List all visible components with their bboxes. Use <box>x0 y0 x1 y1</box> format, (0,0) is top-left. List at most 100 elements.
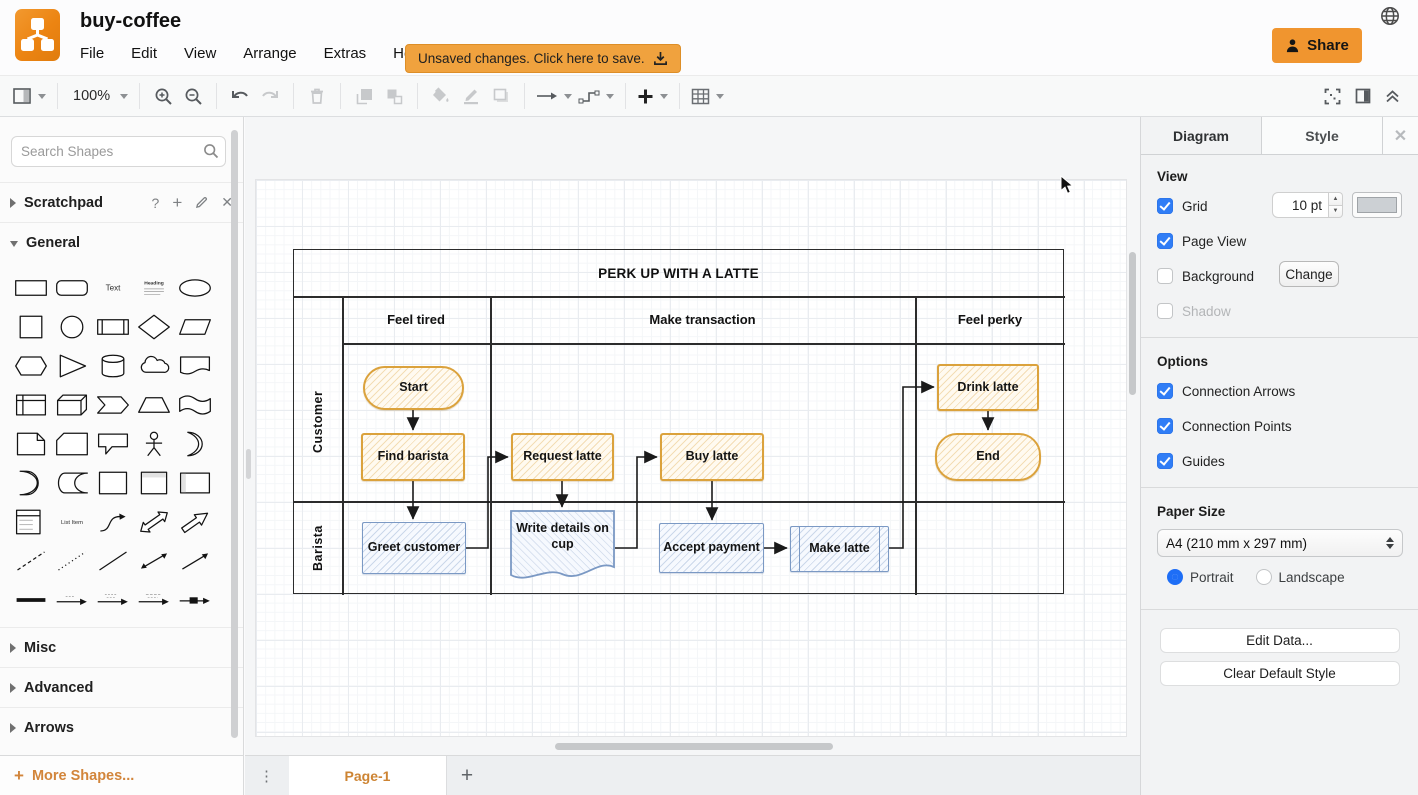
shape-hexagon[interactable] <box>10 346 51 385</box>
shape-line[interactable] <box>92 541 133 580</box>
shape-dashed-line[interactable] <box>10 541 51 580</box>
shape-cylinder[interactable] <box>92 346 133 385</box>
shape-arrow[interactable] <box>174 502 215 541</box>
zoom-in-button[interactable] <box>148 81 178 111</box>
share-button[interactable]: Share <box>1272 28 1362 63</box>
shape-bidirectional-connector[interactable] <box>133 541 174 580</box>
unsaved-changes-button[interactable]: Unsaved changes. Click here to save. <box>405 44 681 73</box>
shape-process[interactable] <box>92 307 133 346</box>
advanced-section[interactable]: Advanced <box>0 667 243 707</box>
shape-data-storage[interactable] <box>51 463 92 502</box>
shape-diamond[interactable] <box>133 307 174 346</box>
shape-triangle[interactable] <box>51 346 92 385</box>
zoom-level-button[interactable]: 100% <box>66 81 131 111</box>
tab-diagram[interactable]: Diagram <box>1141 117 1261 154</box>
shape-ellipse[interactable] <box>174 268 215 307</box>
node-drink-latte[interactable]: Drink latte <box>937 364 1039 411</box>
canvas-vertical-scrollbar[interactable] <box>1129 252 1136 395</box>
shape-labeled-arrow-box[interactable] <box>174 580 215 619</box>
guides-checkbox[interactable] <box>1157 453 1173 469</box>
node-buy-latte[interactable]: Buy latte <box>660 433 764 481</box>
menu-view[interactable]: View <box>184 45 216 62</box>
shape-trapezoid[interactable] <box>133 385 174 424</box>
shape-text[interactable]: Text <box>92 268 133 307</box>
sidebar-scrollbar[interactable] <box>231 130 238 738</box>
node-end[interactable]: End <box>935 433 1041 481</box>
tab-style[interactable]: Style <box>1261 117 1382 154</box>
connection-style-button[interactable] <box>533 81 575 111</box>
connection-arrows-checkbox[interactable] <box>1157 383 1173 399</box>
shape-directional-connector[interactable] <box>174 541 215 580</box>
table-button[interactable] <box>688 81 727 111</box>
grid-checkbox[interactable] <box>1157 198 1173 214</box>
shape-tape[interactable] <box>174 385 215 424</box>
shape-parallelogram[interactable] <box>174 307 215 346</box>
column-make-transaction[interactable]: Make transaction <box>490 296 915 343</box>
shape-and[interactable] <box>10 463 51 502</box>
shape-actor[interactable] <box>133 424 174 463</box>
sidebar-collapse-handle[interactable] <box>246 449 251 479</box>
misc-section[interactable]: Misc <box>0 627 243 667</box>
grid-color-swatch[interactable] <box>1352 192 1402 218</box>
shape-list-item[interactable]: List Item <box>51 502 92 541</box>
shape-labeled-arrow[interactable] <box>51 580 92 619</box>
edit-data-button[interactable]: Edit Data... <box>1160 628 1400 653</box>
insert-button[interactable] <box>634 81 671 111</box>
background-checkbox[interactable] <box>1157 268 1173 284</box>
scratchpad-section[interactable]: Scratchpad ? + ✕ <box>0 182 243 222</box>
clear-default-style-button[interactable]: Clear Default Style <box>1160 661 1400 686</box>
shape-document[interactable] <box>174 346 215 385</box>
tab-page-1[interactable]: Page-1 <box>289 756 447 795</box>
portrait-radio[interactable]: Portrait <box>1167 569 1234 585</box>
pages-menu-button[interactable]: ⋮ <box>245 756 289 795</box>
redo-button[interactable] <box>255 81 285 111</box>
pool-title[interactable]: PERK UP WITH A LATTE <box>294 250 1063 296</box>
scratchpad-edit-icon[interactable] <box>195 196 208 209</box>
shape-internal-storage[interactable] <box>10 385 51 424</box>
scratchpad-add-icon[interactable]: + <box>172 193 182 213</box>
undo-button[interactable] <box>225 81 255 111</box>
general-section[interactable]: General <box>0 222 243 262</box>
shadow-checkbox[interactable] <box>1157 303 1173 319</box>
close-panel-icon[interactable]: ✕ <box>1382 117 1418 154</box>
shape-dotted-line[interactable] <box>51 541 92 580</box>
node-request-latte[interactable]: Request latte <box>511 433 614 481</box>
paper-size-select[interactable]: A4 (210 mm x 297 mm) <box>1157 529 1403 557</box>
lane-customer[interactable]: Customer <box>294 343 342 501</box>
page-view-button[interactable] <box>10 81 49 111</box>
shape-square[interactable] <box>10 307 51 346</box>
arrows-section[interactable]: Arrows <box>0 707 243 747</box>
page-view-checkbox[interactable] <box>1157 233 1173 249</box>
shape-list[interactable] <box>10 502 51 541</box>
node-find-barista[interactable]: Find barista <box>361 433 465 481</box>
shape-labeled-arrow-3[interactable] <box>133 580 174 619</box>
change-background-button[interactable]: Change <box>1279 261 1339 287</box>
collapse-toolbar-button[interactable] <box>1385 89 1400 103</box>
to-front-button[interactable] <box>349 81 379 111</box>
line-color-button[interactable] <box>456 81 486 111</box>
shape-container[interactable] <box>92 463 133 502</box>
landscape-radio[interactable]: Landscape <box>1256 569 1345 585</box>
shape-cloud[interactable] <box>133 346 174 385</box>
shape-or[interactable] <box>174 424 215 463</box>
waypoint-style-button[interactable] <box>575 81 617 111</box>
shape-rounded-rectangle[interactable] <box>51 268 92 307</box>
fill-color-button[interactable] <box>426 81 456 111</box>
shape-bidirectional-arrow[interactable] <box>133 502 174 541</box>
shape-card[interactable] <box>51 424 92 463</box>
shape-vertical-container[interactable] <box>133 463 174 502</box>
delete-button[interactable] <box>302 81 332 111</box>
shape-cube[interactable] <box>51 385 92 424</box>
node-write-details[interactable]: Write details on cup <box>510 510 615 586</box>
connection-points-checkbox[interactable] <box>1157 418 1173 434</box>
language-globe-icon[interactable] <box>1380 6 1400 26</box>
column-feel-perky[interactable]: Feel perky <box>915 296 1065 343</box>
zoom-out-button[interactable] <box>178 81 208 111</box>
shape-circle[interactable] <box>51 307 92 346</box>
column-feel-tired[interactable]: Feel tired <box>342 296 490 343</box>
shape-callout[interactable] <box>92 424 133 463</box>
add-page-button[interactable]: + <box>447 756 487 795</box>
menu-edit[interactable]: Edit <box>131 45 157 62</box>
shape-note[interactable] <box>10 424 51 463</box>
shape-labeled-arrow-2[interactable] <box>92 580 133 619</box>
